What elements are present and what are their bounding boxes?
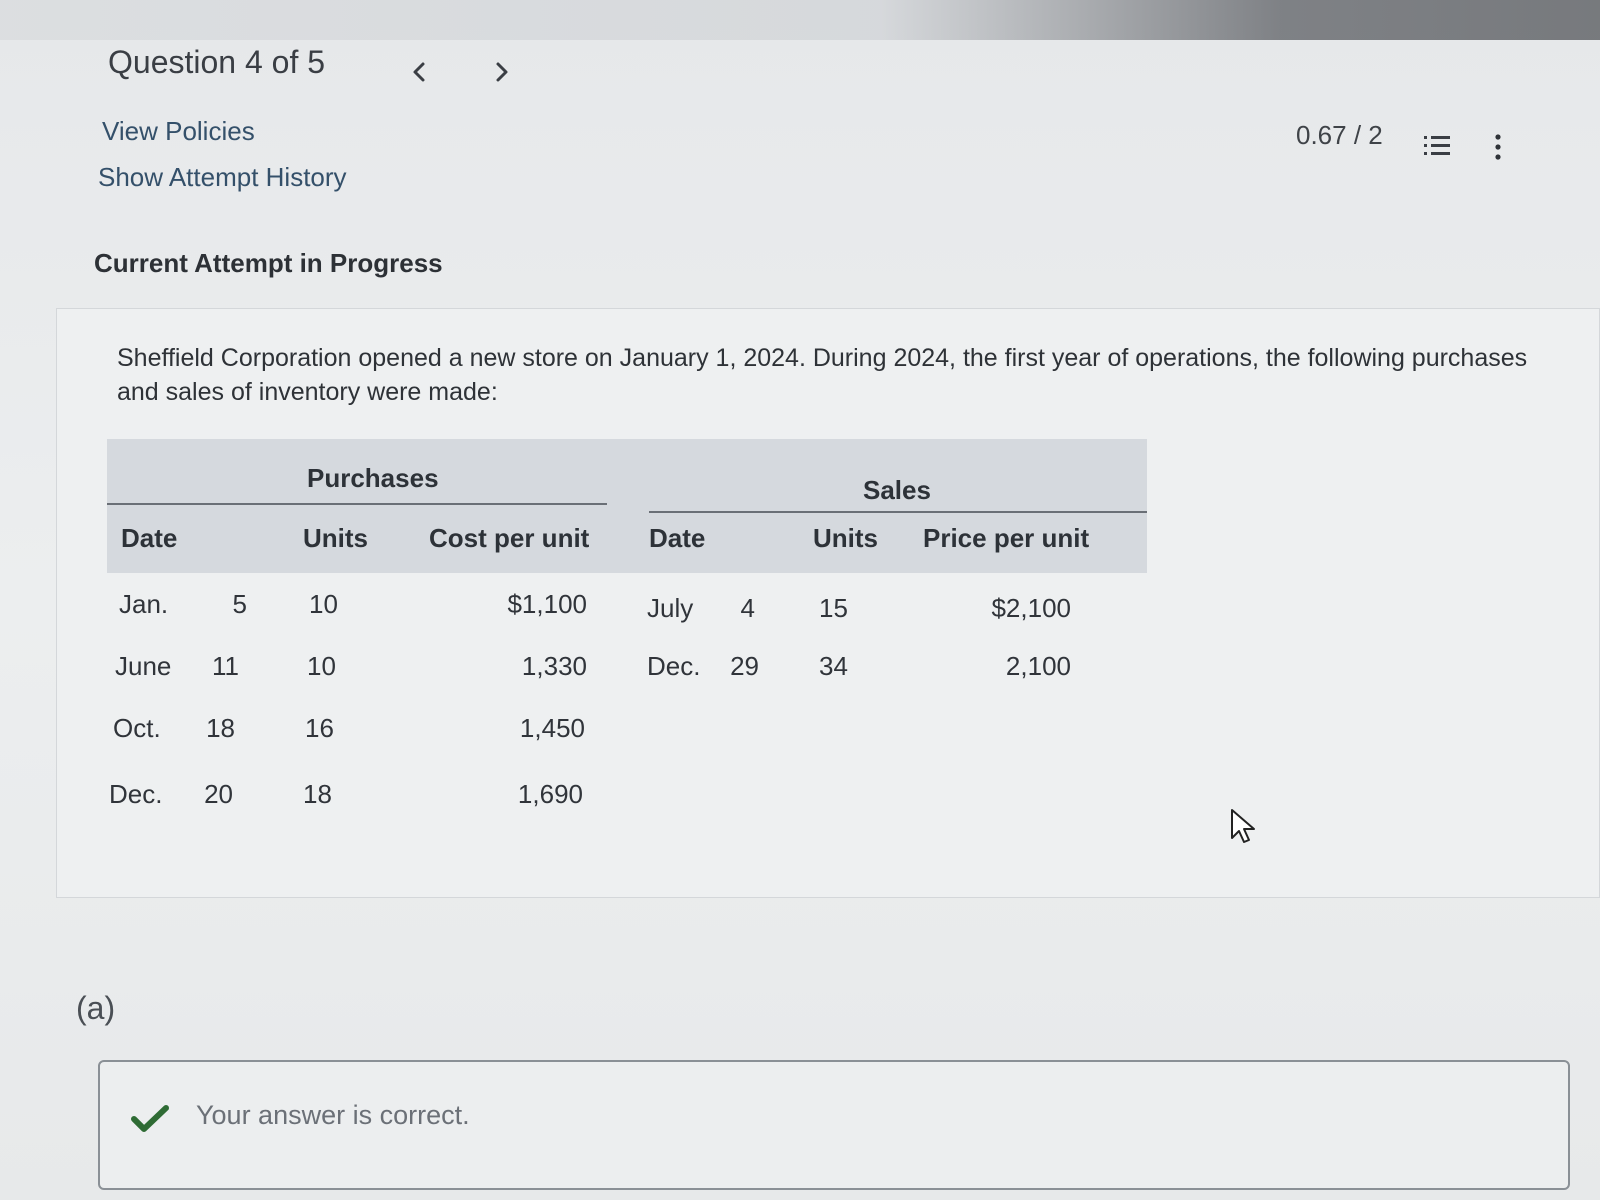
purchase-units: 18 — [303, 779, 332, 809]
question-list-button[interactable] — [1422, 132, 1452, 160]
sale-units-header: Units — [813, 523, 878, 553]
question-counter: Question 4 of 5 — [108, 44, 326, 80]
show-attempt-history-link[interactable]: Show Attempt History — [98, 162, 347, 193]
mouse-pointer-icon — [1230, 808, 1260, 853]
sale-day: 4 — [740, 593, 755, 623]
price-per-unit-header: Price per unit — [923, 523, 1090, 553]
more-options-button[interactable] — [1490, 132, 1506, 162]
purchase-day: 20 — [204, 779, 233, 809]
sale-price: $2,100 — [991, 593, 1071, 623]
sale-price: 2,100 — [1005, 651, 1071, 681]
question-header: Question 4 of 5 View Policies Show Attem… — [0, 0, 1600, 300]
purchases-group-header: Purchases — [307, 463, 439, 493]
sale-date-header: Date — [649, 523, 706, 553]
purchases-divider — [107, 503, 607, 505]
purchase-month: Dec. — [109, 779, 163, 809]
sale-units: 34 — [819, 651, 848, 681]
purchase-cost: 1,330 — [521, 651, 587, 681]
purchase-day: 5 — [232, 589, 247, 619]
purchase-cost: 1,690 — [517, 779, 583, 809]
purchase-cost: $1,100 — [507, 589, 587, 619]
purchase-cost: 1,450 — [519, 713, 585, 743]
chevron-right-icon — [496, 62, 508, 82]
part-label: (a) — [76, 990, 116, 1026]
sales-group-header: Sales — [863, 475, 931, 505]
previous-question-button[interactable] — [405, 58, 433, 86]
answer-status-message: Your answer is correct. — [196, 1100, 470, 1130]
question-text: Sheffield Corporation opened a new store… — [117, 344, 1528, 406]
cost-per-unit-header: Cost per unit — [429, 523, 590, 553]
purchase-month: June — [115, 651, 172, 681]
answer-status-panel: Your answer is correct. — [98, 1060, 1570, 1190]
sale-month: Dec. — [647, 651, 701, 681]
question-card: Sheffield Corporation opened a new store… — [56, 308, 1600, 898]
purchase-date-header: Date — [121, 523, 178, 553]
purchase-month: Jan. — [119, 589, 169, 619]
next-question-button[interactable] — [488, 58, 516, 86]
score-display: 0.67 / 2 — [1296, 120, 1383, 150]
purchase-units: 16 — [305, 713, 334, 743]
more-vertical-icon — [1495, 134, 1501, 160]
view-policies-link[interactable]: View Policies — [102, 116, 255, 147]
sales-divider — [649, 511, 1147, 513]
purchase-month: Oct. — [113, 713, 161, 743]
check-icon — [131, 1105, 169, 1132]
sale-day: 29 — [730, 651, 759, 681]
sale-units: 15 — [819, 593, 848, 623]
purchase-day: 18 — [206, 713, 235, 743]
chevron-left-icon — [413, 62, 425, 82]
purchase-units-header: Units — [303, 523, 368, 553]
purchase-day: 11 — [212, 651, 239, 681]
purchase-units: 10 — [307, 651, 336, 681]
sale-month: July — [647, 593, 694, 623]
attempt-status-heading: Current Attempt in Progress — [94, 248, 443, 278]
list-icon — [1424, 136, 1450, 155]
purchase-units: 10 — [309, 589, 338, 619]
